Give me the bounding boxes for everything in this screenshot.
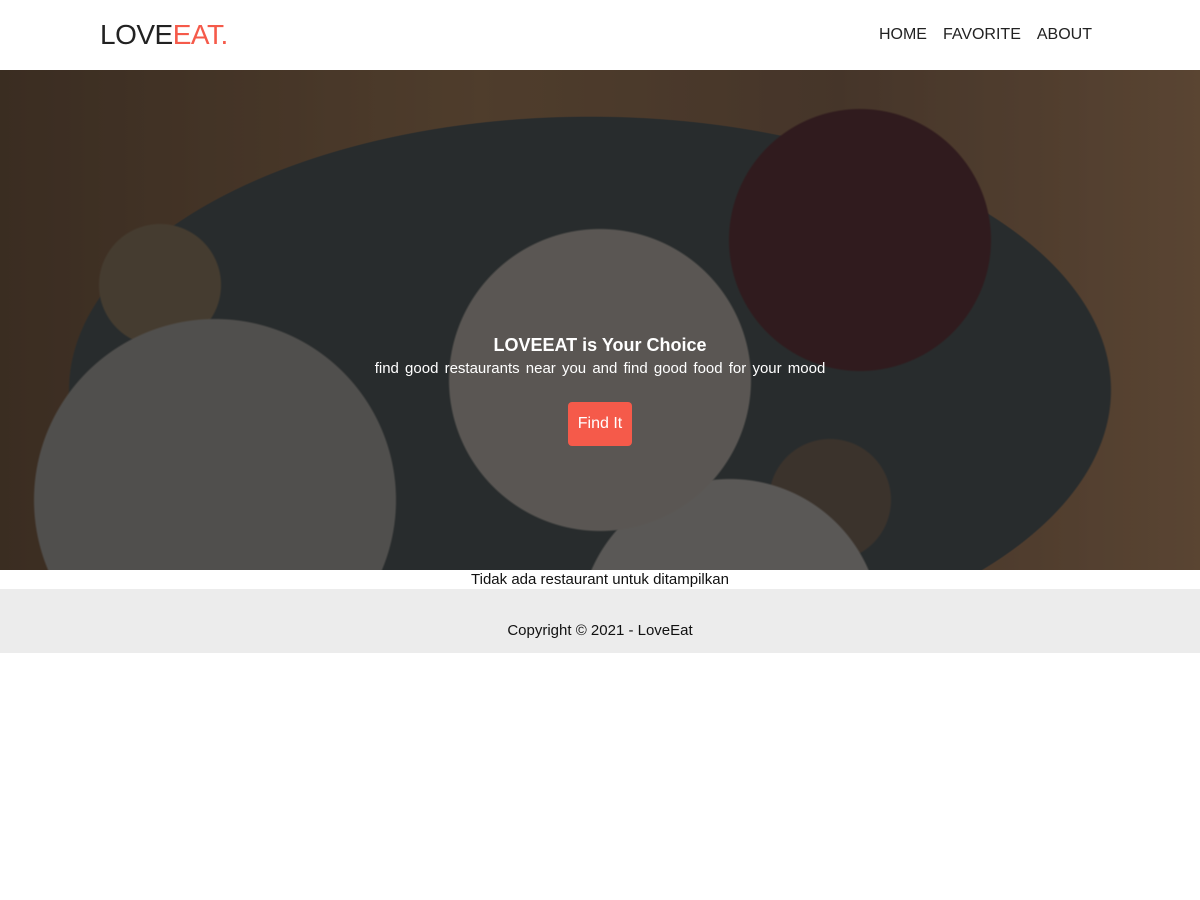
nav-favorite[interactable]: FAVORITE xyxy=(943,26,1021,44)
main-nav: HOME FAVORITE ABOUT xyxy=(879,26,1092,44)
footer: Copyright © 2021 - LoveEat xyxy=(0,589,1200,653)
hero-content: LOVEEAT is Your Choice find good restaur… xyxy=(0,333,1200,446)
hero-title: LOVEEAT is Your Choice xyxy=(493,335,707,355)
copyright-text: Copyright © 2021 - LoveEat xyxy=(507,621,693,639)
hero-subtitle: find good restaurants near you and find … xyxy=(374,360,826,377)
logo-eat: EAT. xyxy=(172,19,229,50)
logo[interactable]: LOVEEAT. xyxy=(100,19,228,51)
empty-restaurant-message: Tidak ada restaurant untuk ditampilkan xyxy=(471,571,729,588)
hero-banner: LOVEEAT is Your Choice find good restaur… xyxy=(0,70,1200,570)
nav-about[interactable]: ABOUT xyxy=(1037,26,1092,44)
logo-love: LOVE xyxy=(100,19,173,50)
find-it-button[interactable]: Find It xyxy=(567,402,633,446)
app-bar: LOVEEAT. HOME FAVORITE ABOUT xyxy=(0,0,1200,70)
nav-home[interactable]: HOME xyxy=(879,26,927,44)
